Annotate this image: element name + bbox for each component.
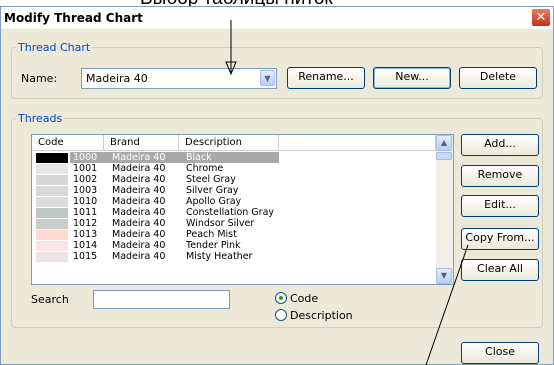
scrollbar-thumb[interactable] [436, 152, 452, 160]
color-swatch [36, 241, 68, 251]
table-row[interactable]: 1012 Madeira 40 Windsor Silver [32, 218, 436, 229]
threads-scrollbar[interactable]: ▲ ▼ [436, 135, 453, 284]
code-cell: 1013 [73, 229, 98, 240]
color-swatch [36, 252, 68, 262]
brand-cell: Madeira 40 [112, 174, 166, 185]
code-cell: 1012 [73, 218, 98, 229]
brand-cell: Madeira 40 [112, 251, 166, 262]
radio-code-label[interactable]: Code [290, 292, 318, 305]
delete-button[interactable]: Delete [459, 67, 537, 89]
description-cell: Constellation Gray [186, 207, 275, 218]
radio-description-label[interactable]: Description [290, 309, 353, 322]
thread-chart-select[interactable]: Madeira 40 ▼ [81, 68, 277, 89]
code-cell: 1011 [73, 207, 98, 218]
search-input[interactable] [93, 290, 230, 309]
color-swatch [36, 164, 68, 174]
window-close-button[interactable]: ✕ [531, 8, 551, 27]
clear-all-button[interactable]: Clear All [461, 259, 539, 281]
color-swatch [36, 230, 68, 240]
table-row[interactable]: 1013 Madeira 40 Peach Mist [32, 229, 436, 240]
brand-cell: Madeira 40 [112, 196, 166, 207]
table-row[interactable]: 1011 Madeira 40 Constellation Gray [32, 207, 436, 218]
column-header-brand[interactable]: Brand [104, 135, 179, 151]
description-cell: Black [186, 152, 212, 163]
threads-legend: Threads [18, 112, 63, 125]
add-button[interactable]: Add... [461, 134, 539, 156]
radio-description[interactable] [275, 309, 287, 321]
brand-cell: Madeira 40 [112, 240, 166, 251]
brand-cell: Madeira 40 [112, 218, 166, 229]
code-cell: 1000 [73, 152, 98, 163]
edit-button[interactable]: Edit... [461, 195, 539, 217]
copy-from-button[interactable]: Copy From... [461, 228, 539, 250]
color-swatch [36, 186, 68, 196]
column-header-description[interactable]: Description [179, 135, 279, 151]
column-header-code[interactable]: Code [32, 135, 104, 151]
row-highlight [70, 152, 279, 163]
radio-code[interactable] [275, 292, 287, 304]
dialog-window: Modify Thread Chart ✕ Thread Chart Name:… [0, 6, 554, 365]
table-row[interactable]: 1015 Madeira 40 Misty Heather [32, 251, 436, 262]
new-button[interactable]: New... [373, 67, 451, 89]
scroll-up-icon[interactable]: ▲ [436, 135, 452, 151]
close-icon: ✕ [535, 10, 547, 25]
code-cell: 1002 [73, 174, 98, 185]
search-label: Search [31, 293, 69, 306]
description-cell: Apollo Gray [186, 196, 242, 207]
color-swatch [36, 175, 68, 185]
color-swatch [36, 219, 68, 229]
window-title: Modify Thread Chart [4, 11, 143, 25]
description-cell: Tender Pink [186, 240, 241, 251]
description-cell: Peach Mist [186, 229, 237, 240]
table-row[interactable]: 1002 Madeira 40 Steel Gray [32, 174, 436, 185]
color-swatch [36, 208, 68, 218]
table-row[interactable]: 1014 Madeira 40 Tender Pink [32, 240, 436, 251]
threads-list[interactable]: Code Brand Description 1000 Madeira 40 Bla… [31, 134, 454, 285]
code-cell: 1003 [73, 185, 98, 196]
description-cell: Windsor Silver [186, 218, 255, 229]
description-cell: Silver Gray [186, 185, 239, 196]
table-row[interactable]: 1003 Madeira 40 Silver Gray [32, 185, 436, 196]
description-cell: Steel Gray [186, 174, 236, 185]
scroll-down-icon[interactable]: ▼ [436, 268, 452, 284]
code-cell: 1010 [73, 196, 98, 207]
brand-cell: Madeira 40 [112, 207, 166, 218]
table-row[interactable]: 1000 Madeira 40 Black [32, 152, 436, 163]
name-label: Name: [21, 72, 58, 85]
thread-chart-legend: Thread Chart [18, 41, 91, 54]
thread-chart-select-value: Madeira 40 [86, 72, 148, 85]
description-cell: Chrome [186, 163, 224, 174]
close-button[interactable]: Close [461, 342, 539, 364]
brand-cell: Madeira 40 [112, 229, 166, 240]
remove-button[interactable]: Remove [461, 165, 539, 187]
color-swatch [36, 153, 68, 163]
title-bar: Modify Thread Chart ✕ [1, 7, 553, 29]
table-row[interactable]: 1001 Madeira 40 Chrome [32, 163, 436, 174]
table-row[interactable]: 1010 Madeira 40 Apollo Gray [32, 196, 436, 207]
column-header-empty [279, 135, 436, 151]
brand-cell: Madeira 40 [112, 163, 166, 174]
chevron-down-icon[interactable]: ▼ [260, 70, 275, 86]
code-cell: 1001 [73, 163, 98, 174]
brand-cell: Madeira 40 [112, 185, 166, 196]
brand-cell: Madeira 40 [112, 152, 166, 163]
code-cell: 1014 [73, 240, 98, 251]
code-cell: 1015 [73, 251, 98, 262]
color-swatch [36, 197, 68, 207]
rename-button[interactable]: Rename... [287, 67, 365, 89]
description-cell: Misty Heather [186, 251, 253, 262]
